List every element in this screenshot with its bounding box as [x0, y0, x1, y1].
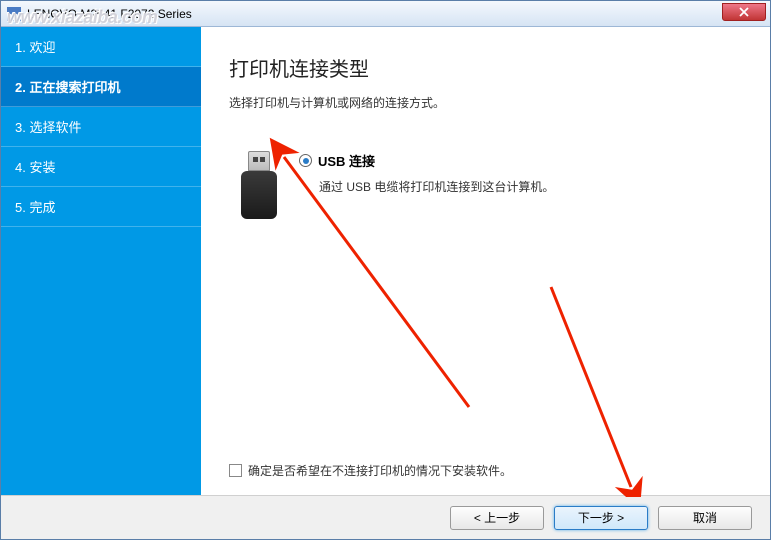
footer-bar: < 上一步 下一步 > 取消: [1, 495, 770, 539]
annotation-arrow-2: [541, 277, 661, 497]
page-subtitle: 选择打印机与计算机或网络的连接方式。: [229, 94, 742, 111]
sidebar-item-install[interactable]: 4. 安装: [1, 147, 201, 187]
sidebar-item-finish[interactable]: 5. 完成: [1, 187, 201, 227]
window-title: LENOVO M2041 F2072 Series: [27, 7, 192, 21]
sidebar-item-welcome[interactable]: 1. 欢迎: [1, 27, 201, 67]
back-button[interactable]: < 上一步: [450, 506, 544, 530]
close-button[interactable]: [722, 3, 766, 21]
app-icon: [7, 7, 21, 21]
option-text: USB 连接 通过 USB 电缆将打印机连接到这台计算机。: [299, 151, 742, 195]
sidebar: 1. 欢迎 2. 正在搜索打印机 3. 选择软件 4. 安装 5. 完成: [1, 27, 201, 495]
usb-radio-label: USB 连接: [318, 151, 375, 170]
sidebar-item-software[interactable]: 3. 选择软件: [1, 107, 201, 147]
usb-option-row: USB 连接 通过 USB 电缆将打印机连接到这台计算机。: [239, 151, 742, 221]
content-area: 1. 欢迎 2. 正在搜索打印机 3. 选择软件 4. 安装 5. 完成 打印机…: [1, 27, 770, 495]
installer-window: LENOVO M2041 F2072 Series 1. 欢迎 2. 正在搜索打…: [0, 0, 771, 540]
checkbox-icon: [229, 464, 242, 477]
titlebar[interactable]: LENOVO M2041 F2072 Series: [1, 1, 770, 27]
page-title: 打印机连接类型: [229, 53, 742, 82]
usb-radio[interactable]: USB 连接: [299, 151, 742, 170]
usb-drive-icon: [239, 151, 279, 221]
usb-option-desc: 通过 USB 电缆将打印机连接到这台计算机。: [319, 178, 742, 195]
main-panel: 打印机连接类型 选择打印机与计算机或网络的连接方式。 USB 连接 通过 USB…: [201, 27, 770, 495]
no-printer-checkbox-row[interactable]: 确定是否希望在不连接打印机的情况下安装软件。: [229, 462, 512, 479]
radio-icon: [299, 154, 312, 167]
next-button[interactable]: 下一步 >: [554, 506, 648, 530]
cancel-button[interactable]: 取消: [658, 506, 752, 530]
checkbox-label: 确定是否希望在不连接打印机的情况下安装软件。: [248, 462, 512, 479]
sidebar-item-search[interactable]: 2. 正在搜索打印机: [1, 67, 201, 107]
